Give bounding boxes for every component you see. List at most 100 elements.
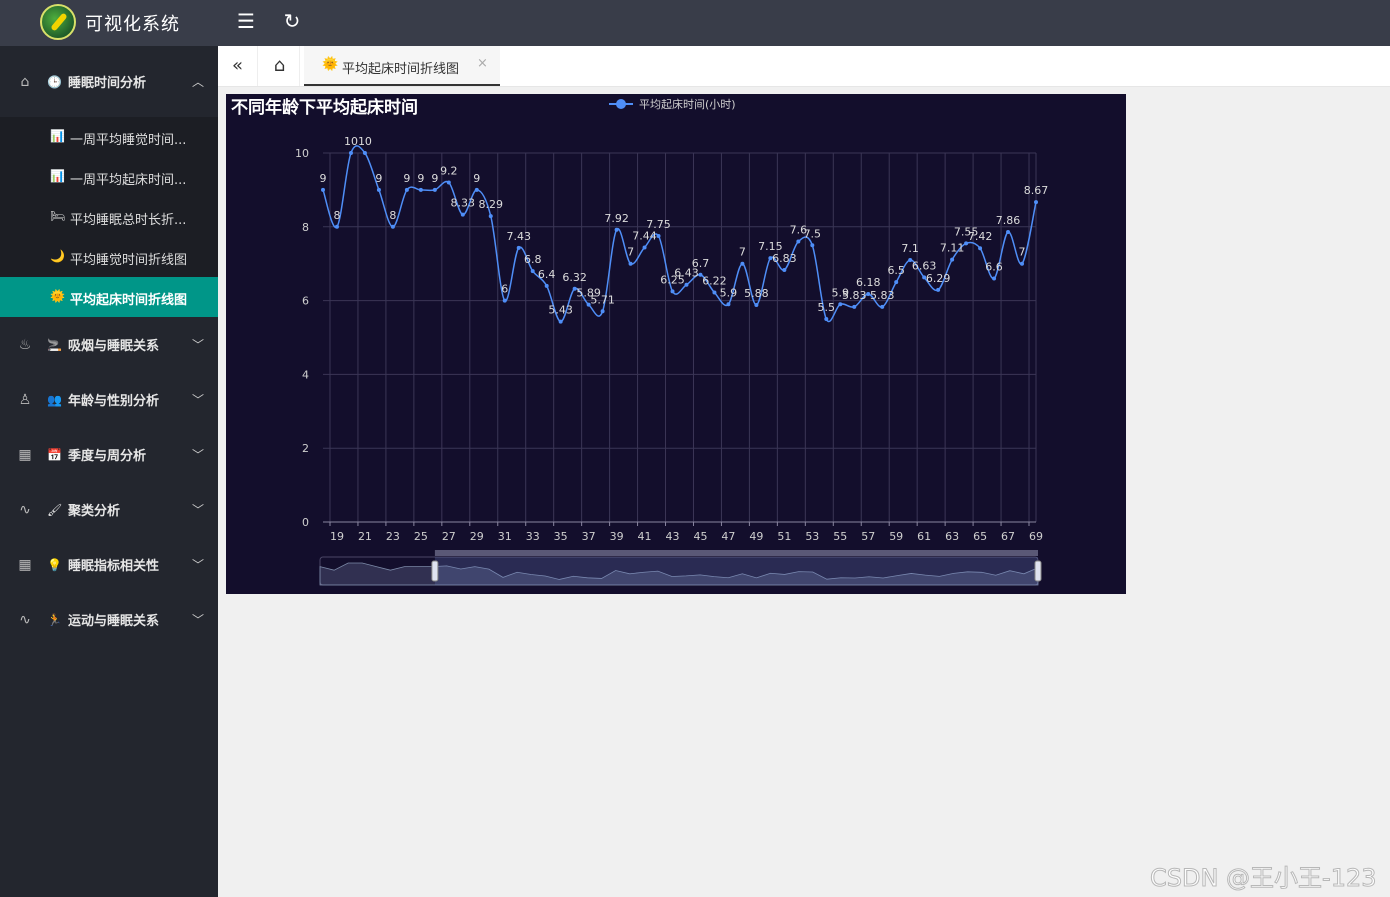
- sidebar-group-label: 季度与周分析: [68, 449, 147, 464]
- data-point: [474, 187, 479, 192]
- sidebar-item-1[interactable]: 📊 一周平均起床时间...: [0, 157, 218, 197]
- x-tick-label: 59: [889, 530, 903, 543]
- data-point: [516, 245, 521, 250]
- data-point: [334, 224, 339, 229]
- x-tick-label: 39: [610, 530, 624, 543]
- data-label: 6.29: [926, 272, 951, 285]
- sidebar-lead-icon: ♙: [18, 391, 32, 408]
- data-point: [544, 283, 549, 288]
- data-point: [642, 245, 647, 250]
- sidebar-group-3[interactable]: ▦ 📅 季度与周分析 ﹀: [0, 427, 218, 482]
- data-label: 7.92: [604, 212, 629, 225]
- sidebar-item-2[interactable]: 🛏 平均睡眠总时长折...: [0, 197, 218, 237]
- chevron-down-icon: ﹀: [191, 613, 204, 627]
- sidebar-item-3[interactable]: 🌙 平均睡觉时间折线图: [0, 237, 218, 277]
- x-tick-label: 45: [693, 530, 707, 543]
- sidebar-group-2[interactable]: ♙ 👥 年龄与性别分析 ﹀: [0, 372, 218, 427]
- menu-toggle-icon[interactable]: ☰: [234, 9, 258, 33]
- sidebar-item-icon: 📊: [50, 169, 65, 183]
- legend-label: 平均起床时间(小时): [639, 97, 736, 111]
- data-point: [628, 261, 633, 266]
- data-label: 6.83: [772, 252, 797, 265]
- sidebar-group-icon: 👥: [47, 392, 62, 407]
- x-tick-label: 23: [386, 530, 400, 543]
- x-tick-label: 63: [945, 530, 959, 543]
- sidebar-group-0[interactable]: ⌂ 🕒 睡眠时间分析 ︿: [0, 46, 218, 117]
- data-label: 5.5: [818, 301, 836, 314]
- x-tick-label: 53: [805, 530, 819, 543]
- datazoom-handle[interactable]: [431, 560, 439, 582]
- data-point: [321, 187, 325, 192]
- data-label: 7.42: [968, 230, 993, 243]
- sidebar-group-icon: 🏃: [47, 612, 62, 627]
- x-tick-label: 35: [554, 530, 568, 543]
- x-tick-label: 67: [1001, 530, 1015, 543]
- data-point: [446, 180, 451, 185]
- data-point: [1034, 200, 1038, 205]
- sidebar-group-label: 运动与睡眠关系: [68, 614, 160, 629]
- data-label: 6.7: [692, 257, 710, 270]
- x-tick-label: 51: [777, 530, 791, 543]
- data-label: 6.18: [856, 276, 881, 289]
- sidebar-group-label: 睡眠指标相关性: [68, 559, 160, 574]
- sidebar-lead-icon: ∿: [19, 611, 31, 628]
- data-point: [376, 187, 381, 192]
- home-icon[interactable]: ⌂: [260, 46, 300, 86]
- sidebar-item-icon: 🛏: [50, 209, 66, 223]
- sidebar-group-4[interactable]: ∿ 🖌 聚类分析 ﹀: [0, 482, 218, 537]
- y-tick-label: 10: [295, 147, 309, 160]
- sidebar-group-icon: 🚬: [47, 337, 62, 352]
- data-point: [670, 289, 675, 294]
- sidebar-group-label: 睡眠时间分析: [68, 76, 147, 91]
- sidebar-item-label: 平均睡眠总时长折...: [70, 213, 187, 228]
- close-icon[interactable]: ×: [477, 56, 488, 71]
- sidebar-submenu: 📊 一周平均睡觉时间... 📊 一周平均起床时间... 🛏 平均睡眠总时长折... 🌙 平均睡…: [0, 117, 218, 317]
- x-tick-label: 69: [1029, 530, 1043, 543]
- data-label: 10: [344, 135, 358, 148]
- x-tick-label: 61: [917, 530, 931, 543]
- data-point: [838, 302, 843, 307]
- data-point: [502, 298, 507, 303]
- sun-icon: 🌞: [322, 57, 339, 72]
- collapse-tabs-icon[interactable]: «: [218, 46, 258, 86]
- data-label: 9: [320, 172, 327, 185]
- x-tick-label: 27: [442, 530, 456, 543]
- data-label: 6: [501, 283, 508, 296]
- data-point: [600, 309, 605, 314]
- data-label: 6.4: [538, 268, 556, 281]
- data-point: [978, 246, 983, 251]
- data-point: [558, 319, 563, 324]
- tab-bar: « ⌂ 🌞 平均起床时间折线图 ×: [218, 46, 1390, 87]
- sidebar-group-icon: 💡: [47, 557, 62, 572]
- sidebar-group-label: 年龄与性别分析: [68, 394, 160, 409]
- data-point: [810, 243, 815, 248]
- data-label: 8: [389, 209, 396, 222]
- line-chart: 不同年龄下平均起床时间 平均起床时间(小时) 0 2 4 6 8 10 19 21 23 25 27 29…: [231, 97, 1048, 586]
- sidebar-group-5[interactable]: ▦ 💡 睡眠指标相关性 ﹀: [0, 537, 218, 592]
- watermark: CSDN @王小王-123: [1150, 864, 1378, 893]
- data-point: [1020, 261, 1025, 266]
- data-point: [936, 287, 941, 292]
- chevron-up-icon: ︿: [191, 75, 204, 89]
- data-label: 8.33: [451, 197, 476, 210]
- x-tick-label: 37: [582, 530, 596, 543]
- datazoom-selection[interactable]: [434, 557, 1038, 585]
- refresh-icon[interactable]: ↻: [280, 9, 304, 33]
- sidebar-item-0[interactable]: 📊 一周平均睡觉时间...: [0, 117, 218, 157]
- data-point: [726, 302, 731, 307]
- x-tick-label: 49: [749, 530, 763, 543]
- data-point: [460, 212, 465, 217]
- x-tick-label: 21: [358, 530, 372, 543]
- x-tick-label: 57: [861, 530, 875, 543]
- data-point: [404, 187, 409, 192]
- sidebar-group-6[interactable]: ∿ 🏃 运动与睡眠关系 ﹀: [0, 592, 218, 647]
- sidebar-lead-icon: ⌂: [20, 73, 30, 90]
- datazoom-handle[interactable]: [1034, 560, 1042, 582]
- tab-active[interactable]: 🌞 平均起床时间折线图 ×: [304, 46, 500, 86]
- sidebar-group-1[interactable]: ♨ 🚬 吸烟与睡眠关系 ﹀: [0, 317, 218, 372]
- x-tick-label: 65: [973, 530, 987, 543]
- sidebar-item-4[interactable]: 🌞 平均起床时间折线图: [0, 277, 218, 317]
- y-tick-label: 0: [302, 516, 309, 529]
- data-label: 7.5: [804, 227, 822, 240]
- data-label: 5.83: [842, 289, 867, 302]
